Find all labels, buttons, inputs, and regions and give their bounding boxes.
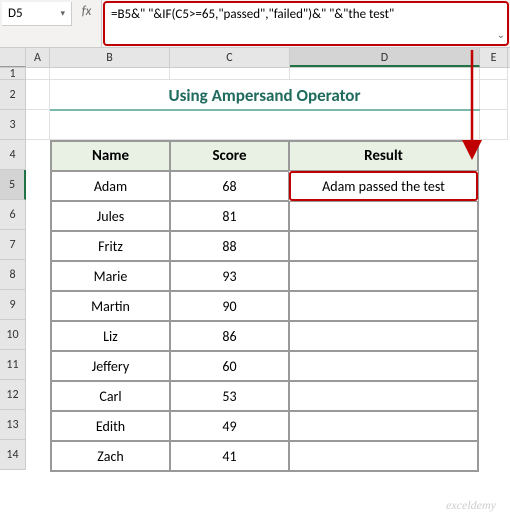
col-header-E[interactable]: E (480, 48, 508, 67)
cell-C6[interactable]: 81 (170, 201, 289, 231)
cell-A1[interactable] (26, 68, 50, 80)
cell-C1[interactable] (170, 68, 290, 80)
row-header-14[interactable]: 14 (0, 440, 26, 470)
header-name[interactable]: Name (51, 141, 170, 171)
cell-D8[interactable] (289, 261, 478, 291)
data-table: Name Score Result Adam 68 Adam passed th… (50, 140, 479, 472)
col-header-B[interactable]: B (50, 48, 170, 67)
row-header-13[interactable]: 13 (0, 410, 26, 440)
formula-expand-icon[interactable]: ⌄ (497, 28, 505, 42)
cell-D5[interactable]: Adam passed the test (289, 171, 478, 201)
cell-B12[interactable]: Carl (51, 381, 170, 411)
cell-D6[interactable] (289, 201, 478, 231)
cell-C11[interactable]: 60 (170, 351, 289, 381)
cell-A2[interactable] (26, 80, 50, 110)
name-box[interactable]: D5 ▾ (2, 2, 72, 26)
cell-C3[interactable] (170, 110, 290, 140)
cell-E3[interactable] (480, 110, 508, 140)
cell-C13[interactable]: 49 (170, 411, 289, 441)
name-box-dropdown-icon[interactable]: ▾ (60, 8, 65, 19)
cell-B6[interactable]: Jules (51, 201, 170, 231)
cell-D12[interactable] (289, 381, 478, 411)
cell-B9[interactable]: Martin (51, 291, 170, 321)
fx-text: fx (82, 4, 92, 19)
cell-D1[interactable] (290, 68, 480, 80)
row-header-9[interactable]: 9 (0, 290, 26, 320)
watermark: exceldemy (446, 498, 496, 513)
cell-C8[interactable]: 93 (170, 261, 289, 291)
header-score[interactable]: Score (170, 141, 289, 171)
fx-label[interactable]: fx (72, 0, 102, 47)
cell-A3[interactable] (26, 110, 50, 140)
title-underline (50, 109, 480, 111)
name-box-value: D5 (8, 6, 23, 21)
row-header-7[interactable]: 7 (0, 230, 26, 260)
cell-C9[interactable]: 90 (170, 291, 289, 321)
cell-D7[interactable] (289, 231, 478, 261)
cell-B8[interactable]: Marie (51, 261, 170, 291)
cell-B3[interactable] (50, 110, 170, 140)
col-header-A[interactable]: A (26, 48, 50, 67)
row-header-10[interactable]: 10 (0, 320, 26, 350)
cell-D13[interactable] (289, 411, 478, 441)
callout-arrow (462, 50, 482, 164)
cell-D9[interactable] (289, 291, 478, 321)
title-cell[interactable]: Using Ampersand Operator (50, 80, 480, 110)
cell-C12[interactable]: 53 (170, 381, 289, 411)
cell-B14[interactable]: Zach (51, 441, 170, 471)
cell-D10[interactable] (289, 321, 478, 351)
formula-text: =B5&" "&IF(C5>=65,"passed","failed")&" "… (111, 7, 394, 22)
select-all-corner[interactable] (0, 48, 26, 67)
col-header-C[interactable]: C (170, 48, 290, 67)
row-headers: 1 2 3 4 5 6 7 8 9 10 11 12 13 14 (0, 68, 26, 470)
cell-B11[interactable]: Jeffery (51, 351, 170, 381)
row-header-6[interactable]: 6 (0, 200, 26, 230)
cell-D14[interactable] (289, 441, 478, 471)
row-header-11[interactable]: 11 (0, 350, 26, 380)
row-header-2[interactable]: 2 (0, 80, 26, 110)
column-headers: A B C D E (0, 48, 510, 68)
row-header-4[interactable]: 4 (0, 140, 26, 170)
cell-D3[interactable] (290, 110, 480, 140)
spreadsheet-grid: A B C D E 1 2 3 4 5 6 7 8 9 10 11 12 13 … (0, 48, 510, 470)
cell-B13[interactable]: Edith (51, 411, 170, 441)
row-header-12[interactable]: 12 (0, 380, 26, 410)
cell-C10[interactable]: 86 (170, 321, 289, 351)
cell-B10[interactable]: Liz (51, 321, 170, 351)
row-header-5[interactable]: 5 (0, 170, 26, 200)
cell-E1[interactable] (480, 68, 508, 80)
cells-area[interactable]: Using Ampersand Operator Name Score Resu… (26, 68, 510, 470)
formula-input[interactable]: =B5&" "&IF(C5>=65,"passed","failed")&" "… (103, 1, 509, 46)
cell-B5[interactable]: Adam (51, 171, 170, 201)
col-header-D[interactable]: D (290, 48, 480, 67)
cell-C7[interactable]: 88 (170, 231, 289, 261)
cell-B1[interactable] (50, 68, 170, 80)
cell-C14[interactable]: 41 (170, 441, 289, 471)
row-header-3[interactable]: 3 (0, 110, 26, 140)
formula-bar: D5 ▾ fx =B5&" "&IF(C5>=65,"passed","fail… (0, 0, 510, 48)
row-header-8[interactable]: 8 (0, 260, 26, 290)
cell-E2[interactable] (480, 80, 508, 110)
cell-D11[interactable] (289, 351, 478, 381)
sheet-title: Using Ampersand Operator (169, 85, 361, 106)
row-header-1[interactable]: 1 (0, 68, 26, 80)
cell-B7[interactable]: Fritz (51, 231, 170, 261)
header-result[interactable]: Result (289, 141, 478, 171)
cell-C5[interactable]: 68 (170, 171, 289, 201)
